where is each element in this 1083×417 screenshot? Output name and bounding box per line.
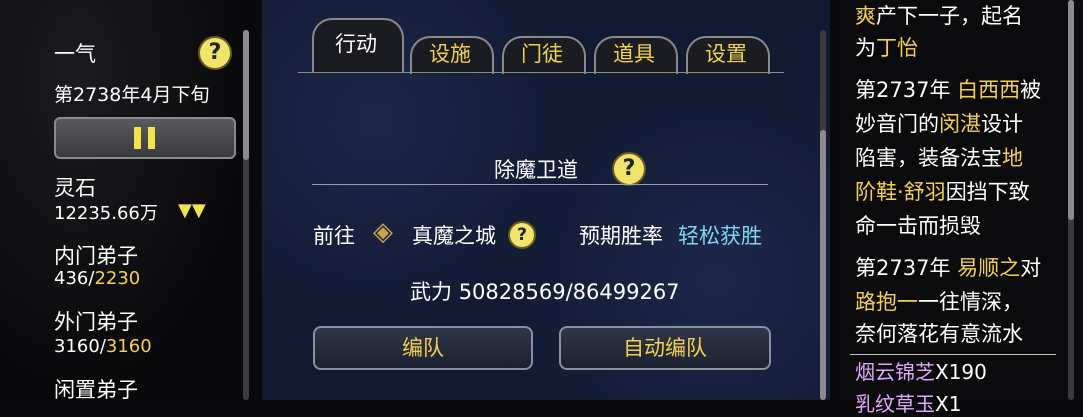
tab-disciples[interactable]: 门徒	[502, 32, 582, 72]
mission-title: 除魔卫道	[494, 158, 578, 182]
pause-icon	[134, 127, 141, 149]
log-line: 陷害，装备法宝地	[855, 142, 1023, 172]
log-segment: 地	[1002, 146, 1023, 170]
item-name: 乳纹草玉	[855, 392, 935, 416]
log-segment: 第2737年	[855, 78, 958, 102]
outer-max: 3160	[105, 336, 152, 357]
log-segment: 白西西	[957, 78, 1021, 102]
log-segment: 设计	[981, 112, 1023, 136]
power-value: 50828569/86499267	[458, 280, 680, 304]
outer-disciples-label: 外门弟子	[54, 310, 138, 334]
log-line: 妙音门的闵湛设计	[855, 108, 1023, 138]
log-segment: 闵湛	[939, 112, 981, 136]
tab-items[interactable]: 道具	[594, 32, 674, 72]
tab-settings[interactable]: 设置	[686, 32, 766, 72]
tab-facilities[interactable]: 设施	[410, 32, 490, 72]
right-scrollbar[interactable]	[1068, 0, 1074, 400]
help-icon[interactable]: ?	[198, 36, 232, 70]
tab-action[interactable]: 行动	[312, 22, 400, 62]
middle-scrollbar[interactable]	[820, 30, 826, 400]
log-line: 路抱一一往情深，	[855, 286, 1023, 316]
log-segment: 丁怡	[876, 36, 918, 60]
log-segment: 阶鞋·舒羽	[855, 180, 946, 204]
destination-help-icon[interactable]: ?	[508, 221, 536, 249]
log-segment: 爽	[855, 4, 876, 28]
log-segment: 被	[1020, 78, 1042, 102]
log-line: 奈何落花有意流水	[855, 318, 1023, 348]
log-segment: 一往情深，	[918, 290, 1023, 314]
inner-disciples-count: 436/2230	[54, 268, 141, 289]
tab-underline	[298, 72, 784, 73]
item-entry[interactable]: 乳纹草玉X1	[855, 388, 961, 417]
destination-name[interactable]: 真魔之城	[412, 220, 496, 250]
log-segment: 路抱一	[855, 290, 918, 314]
win-rate-value: 轻松获胜	[678, 224, 762, 248]
power-readout: 武力 50828569/86499267	[410, 276, 680, 306]
sect-name: 一气	[54, 42, 96, 66]
log-segment: 为	[855, 36, 876, 60]
outer-current: 3160	[54, 336, 100, 357]
auto-form-team-button[interactable]: 自动编队	[559, 326, 771, 370]
inner-current: 436	[54, 268, 89, 289]
left-scroll-thumb[interactable]	[243, 30, 249, 160]
item-entry[interactable]: 烟云锦芝X190	[855, 356, 987, 385]
inner-max: 2230	[94, 268, 141, 289]
log-segment: 陷害，装备法宝	[855, 146, 1002, 170]
power-label: 武力	[410, 280, 452, 304]
mission-divider	[312, 184, 768, 185]
item-count: X1	[935, 392, 962, 416]
middle-scroll-thumb[interactable]	[820, 130, 826, 400]
right-scroll-thumb[interactable]	[1068, 0, 1074, 220]
pause-button[interactable]	[54, 117, 236, 159]
left-scrollbar[interactable]	[243, 30, 249, 400]
mission-help-icon[interactable]: ?	[612, 152, 646, 186]
win-rate-label: 预期胜率	[579, 224, 663, 248]
game-date: 第2738年4月下旬	[54, 84, 210, 106]
go-to-label: 前往	[313, 224, 355, 248]
item-name: 烟云锦芝	[855, 360, 935, 384]
log-segment: 产下一子，起名	[876, 4, 1023, 28]
pause-icon-bar	[148, 127, 155, 149]
log-line: 第2737年 白西西被	[855, 74, 1041, 104]
log-line: 阶鞋·舒羽因挡下致	[855, 176, 1030, 206]
left-status-panel: 一气 ? 第2738年4月下旬 灵石 12235.66万 ▼▼ 内门弟子 436…	[0, 0, 255, 402]
inner-disciples-label: 内门弟子	[54, 244, 138, 268]
log-divider	[850, 354, 1056, 355]
log-segment: 命一击而损毁	[855, 214, 981, 238]
log-segment: 对	[1020, 256, 1042, 280]
log-line: 爽产下一子，起名	[855, 0, 1023, 30]
destination-selector-icon[interactable]: ◈	[366, 212, 400, 252]
log-segment: 妙音门的	[855, 112, 939, 136]
log-line: 第2737年 易顺之对	[855, 252, 1041, 282]
spirit-stone-value: 12235.66万	[54, 203, 158, 224]
log-segment: 奈何落花有意流水	[855, 322, 1023, 346]
log-line: 为丁怡	[855, 32, 918, 62]
item-count: X190	[935, 360, 987, 384]
log-segment: 易顺之	[957, 256, 1021, 280]
log-segment: 第2737年	[855, 256, 958, 280]
outer-disciples-count: 3160/3160	[54, 336, 152, 357]
spirit-stone-label: 灵石	[54, 176, 96, 200]
log-line: 命一击而损毁	[855, 210, 981, 240]
trend-down-icon: ▼▼	[178, 200, 206, 221]
log-segment: 因挡下致	[945, 180, 1030, 204]
form-team-button[interactable]: 编队	[313, 326, 533, 370]
